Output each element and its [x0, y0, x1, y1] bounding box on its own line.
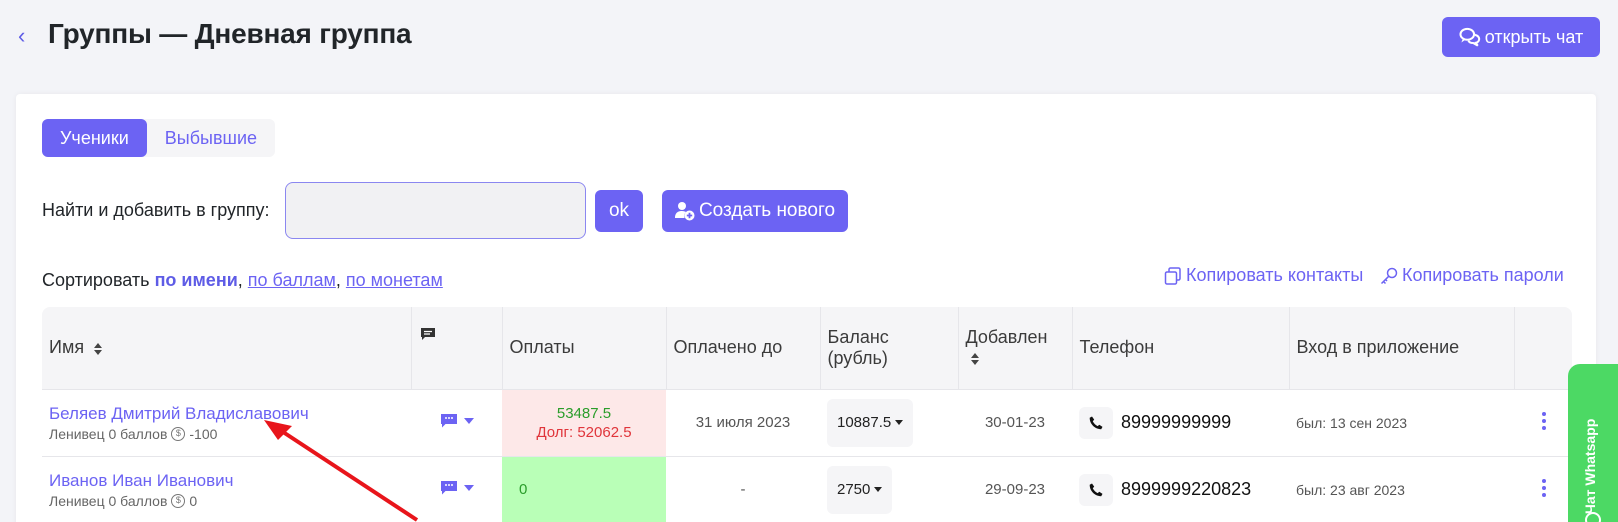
col-messages-header [411, 307, 503, 389]
sort-options: Сортировать по имени, по баллам, по моне… [42, 270, 443, 291]
col-payments-header: Оплаты [502, 307, 667, 389]
call-button[interactable] [1079, 473, 1113, 506]
student-points: Ленивец 0 баллов [49, 492, 168, 509]
col-actions-header [1514, 307, 1572, 389]
student-name-link[interactable]: Иванов Иван Иванович [49, 471, 404, 491]
sort-separator: , [335, 270, 341, 290]
student-coins: -100 [189, 425, 218, 442]
col-login-header: Вход в приложение [1289, 307, 1515, 389]
payment-amount: 0 [519, 481, 528, 499]
coin-icon: $ [171, 493, 186, 508]
whatsapp-icon [1585, 512, 1601, 522]
whatsapp-chat-tab[interactable]: Чат Whatsapp [1568, 364, 1618, 522]
tab-students[interactable]: Ученики [42, 119, 147, 157]
col-phone-header: Телефон [1072, 307, 1290, 389]
sort-prefix: Сортировать [42, 270, 150, 290]
top-bar: ‹ Группы — Дневная группа открыть чат [0, 0, 1618, 74]
sort-arrows-icon [970, 353, 979, 365]
open-chat-label: открыть чат [1484, 26, 1584, 47]
copy-passwords-link[interactable]: Копировать пароли [1380, 265, 1564, 286]
copy-contacts-link[interactable]: Копировать контакты [1164, 265, 1363, 286]
tabs: Ученики Выбывшие [42, 119, 276, 157]
added-date: 30-01-23 [984, 414, 1046, 431]
sort-separator: , [237, 270, 243, 290]
balance-dropdown[interactable]: 2750 [827, 465, 893, 514]
chat-bubbles-icon [1459, 27, 1480, 47]
message-icon [420, 328, 435, 341]
whatsapp-chat-label: Чат Whatsapp [1582, 418, 1598, 514]
phone-number: 89999999999 [1121, 412, 1232, 432]
paid-until: - [740, 481, 746, 499]
ok-button[interactable]: ok [595, 190, 643, 232]
message-dropdown-button[interactable] [440, 480, 474, 496]
table-row: Беляев Дмитрий Владиславович Ленивец 0 б… [42, 389, 1572, 456]
find-student-input[interactable] [285, 182, 586, 239]
balance-value: 10887.5 [837, 414, 892, 431]
phone-cell: 8999999220823 [1079, 473, 1282, 506]
student-info: Ленивец 0 баллов $ -100 [49, 426, 404, 442]
col-balance-label: Баланс [827, 326, 889, 347]
message-dropdown-button[interactable] [440, 413, 474, 429]
chevron-down-icon [463, 417, 474, 424]
key-icon [1380, 267, 1398, 284]
find-add-label: Найти и добавить в группу: [42, 200, 270, 220]
phone-cell: 89999999999 [1079, 406, 1282, 439]
phone-number: 8999999220823 [1121, 479, 1252, 500]
more-vertical-icon[interactable] [1542, 411, 1546, 430]
table-row: Иванов Иван Иванович Ленивец 0 баллов $ … [42, 456, 1572, 522]
copy-passwords-label: Копировать пароли [1402, 265, 1564, 285]
tab-dropped-out[interactable]: Выбывшие [147, 119, 275, 157]
create-new-button[interactable]: Создать нового [662, 190, 848, 232]
student-info: Ленивец 0 баллов $ 0 [49, 493, 404, 509]
create-new-label: Создать нового [698, 200, 836, 221]
sort-by-points-link[interactable]: по баллам [248, 270, 336, 290]
copy-icon [1164, 266, 1181, 285]
student-points: Ленивец 0 баллов [49, 425, 168, 442]
last-login: был: 23 авг 2023 [1296, 481, 1405, 498]
back-chevron-icon[interactable]: ‹ [18, 24, 34, 48]
copy-contacts-label: Копировать контакты [1186, 265, 1364, 285]
col-added-label: Добавлен [965, 326, 1048, 347]
sort-arrows-icon [94, 342, 103, 355]
phone-icon [1089, 416, 1103, 429]
col-balance-unit: (рубль) [827, 347, 888, 368]
more-vertical-icon[interactable] [1542, 478, 1546, 497]
message-icon [440, 480, 457, 495]
payment-amount: 53487.5 [556, 404, 612, 422]
students-table: Имя Оплаты Оплачено до Баланс (рубль) До… [42, 307, 1572, 522]
last-login: был: 13 сен 2023 [1296, 414, 1408, 431]
payment-debt: Долг: 52062.5 [536, 423, 632, 441]
student-coins: 0 [189, 492, 198, 509]
chevron-down-icon [463, 484, 474, 491]
table-header-row: Имя Оплаты Оплачено до Баланс (рубль) До… [42, 307, 1572, 389]
added-date: 29-09-23 [984, 481, 1046, 499]
open-chat-button[interactable]: открыть чат [1442, 17, 1600, 57]
page-title: Группы — Дневная группа [48, 18, 412, 49]
phone-icon [1089, 483, 1103, 496]
coin-icon: $ [171, 426, 186, 441]
student-name-link[interactable]: Беляев Дмитрий Владиславович [49, 404, 404, 424]
col-paid-until-header: Оплачено до [666, 307, 821, 389]
balance-value: 2750 [837, 481, 871, 499]
col-name-header[interactable]: Имя [42, 307, 412, 389]
col-added-header[interactable]: Добавлен [958, 307, 1073, 389]
col-name-label: Имя [49, 337, 85, 358]
message-icon [440, 413, 457, 427]
sort-by-coins-link[interactable]: по монетам [346, 270, 443, 290]
balance-dropdown[interactable]: 10887.5 [827, 398, 914, 447]
chevron-down-icon [895, 420, 904, 425]
payment-cell[interactable]: 53487.5 Долг: 52062.5 [502, 389, 666, 456]
payment-cell[interactable]: 0 [502, 456, 666, 522]
paid-until: 31 июля 2023 [695, 414, 791, 431]
call-button[interactable] [1079, 406, 1113, 439]
add-user-icon [674, 202, 695, 221]
chevron-down-icon [874, 487, 883, 493]
col-balance-header: Баланс (рубль) [820, 307, 959, 389]
sort-by-name-link[interactable]: по имени [155, 270, 238, 290]
